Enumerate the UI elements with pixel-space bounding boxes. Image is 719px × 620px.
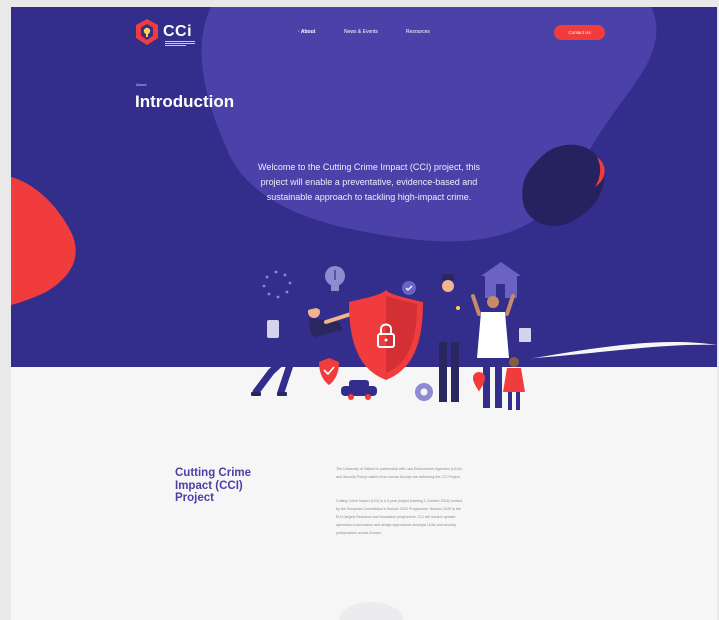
shield-logo-icon (136, 19, 158, 45)
logo-tagline (165, 41, 195, 46)
bottom-decoration (339, 602, 403, 620)
paragraph-line: policymakers across Europe. (336, 531, 383, 535)
clipboard-icon (519, 328, 531, 342)
intro-paragraph-2: Cutting Crime Impact (CCI) is a 3-year p… (336, 497, 573, 537)
crime-prevention-illustration (251, 262, 531, 410)
page-title: Introduction (135, 92, 235, 111)
cci-logo[interactable]: CCi (134, 18, 214, 54)
paragraph-line: The University of Salford is partnership… (336, 467, 462, 471)
section-heading: Cutting Crime Impact (CCI) Project (175, 467, 275, 505)
small-shield-icon (319, 358, 339, 385)
section-heading-line: Impact (CCI) (175, 479, 243, 492)
child-figure (503, 357, 525, 410)
paragraph-line: EU's largest Research and Innovation pro… (336, 515, 456, 519)
section-heading-line: Cutting Crime (175, 467, 252, 479)
eu-stars-icon (262, 270, 292, 299)
nav-resources[interactable]: Resources (406, 29, 430, 35)
welcome-line: sustainable approach to tackling high-im… (266, 192, 472, 202)
page: CCi · About News & Events Resources Cont… (11, 7, 717, 620)
police-officer-figure (435, 274, 463, 402)
check-badge-icon (402, 281, 416, 295)
paragraph-line: and Security Policy makers from across E… (336, 475, 461, 479)
section-heading-line: Project (175, 492, 214, 504)
welcome-line: Welcome to the Cutting Crime Impact (CCI… (258, 162, 480, 172)
shield-lock-icon (349, 290, 423, 380)
paragraph-line: openness to innovation and design approa… (336, 523, 457, 527)
document-icon (267, 320, 279, 338)
intro-paragraph-1: The University of Salford is partnership… (336, 465, 573, 481)
paragraph-line: by the European Commission's Horizon 202… (336, 507, 461, 511)
contact-us-button[interactable]: Contact Us (554, 25, 605, 40)
welcome-text: Welcome to the Cutting Crime Impact (CCI… (221, 160, 517, 205)
nav-news-events[interactable]: News & Events (344, 29, 378, 35)
logo-wordmark: CCi (163, 23, 193, 40)
nav-about[interactable]: · About (298, 29, 315, 35)
breadcrumb[interactable]: About (136, 82, 146, 87)
welcome-line: project will enable a preventative, evid… (260, 177, 478, 187)
paragraph-line: Cutting Crime Impact (CCI) is a 3-year p… (336, 499, 462, 503)
car-icon (341, 380, 377, 400)
person-pushing-figure (251, 305, 353, 396)
house-icon (481, 262, 521, 298)
lightbulb-icon (325, 266, 345, 291)
